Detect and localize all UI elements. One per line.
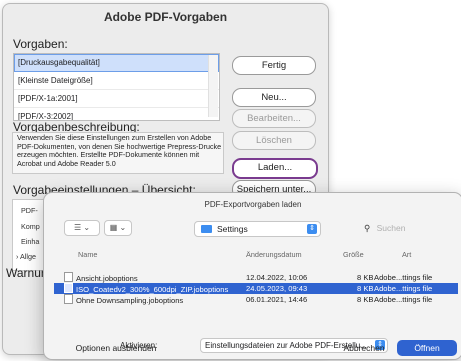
file-row[interactable]: Ansicht.joboptions 12.04.2022, 10:06 8 K… [54, 272, 458, 283]
document-icon [64, 283, 73, 293]
file-date: 06.01.2021, 14:46 [246, 295, 308, 304]
presets-scrollbar[interactable] [208, 55, 218, 117]
warnings-label: Warnun [6, 266, 48, 280]
file-date: 12.04.2022, 10:06 [246, 273, 308, 282]
file-row[interactable]: Ohne Downsampling.joboptions 06.01.2021,… [54, 294, 458, 305]
updown-chevron-icon: ⇕ [307, 224, 317, 234]
overview-item[interactable]: Einha [21, 237, 39, 246]
search-field[interactable]: ⚲ Suchen [364, 221, 456, 235]
column-date-header[interactable]: Änderungsdatum [246, 250, 302, 262]
file-date: 24.05.2023, 09:43 [246, 284, 308, 293]
open-button[interactable]: Öffnen [397, 340, 457, 356]
cancel-button[interactable]: Abbrechen [336, 340, 392, 356]
window-title: Adobe PDF-Vorgaben [103, 10, 228, 24]
folder-popup[interactable]: Settings ⇕ [194, 221, 321, 237]
file-name: Ansicht.joboptions [76, 274, 138, 283]
file-name-cell: Ohne Downsampling.joboptions [64, 294, 244, 306]
group-button[interactable]: ▦ ⌄ [104, 220, 132, 236]
file-row-selected[interactable]: ISO_Coatedv2_300%_600dpi_ZIP.joboptions … [54, 283, 458, 294]
column-kind-header[interactable]: Art [402, 250, 411, 262]
description-text: Verwenden Sie diese Einstellungen zum Er… [17, 133, 222, 168]
file-size: 8 KB [357, 295, 374, 304]
dialog-title: PDF-Exportvorgaben laden [204, 200, 302, 209]
delete-button[interactable]: Löschen [232, 131, 316, 150]
overview-item-label: Allge [20, 252, 36, 261]
list-view-icon: ☰ ⌄ [73, 223, 91, 232]
document-icon [64, 272, 73, 282]
grid-view-icon: ▦ ⌄ [109, 223, 127, 232]
file-size: 8 KB [357, 273, 374, 282]
done-button[interactable]: Fertig [232, 56, 316, 75]
preset-item[interactable]: [Kleinste Dateigröße] [14, 72, 219, 90]
overview-item[interactable]: PDF- [21, 206, 38, 215]
overview-item-expandable[interactable]: › Allge [16, 252, 36, 261]
load-button[interactable]: Laden... [232, 158, 318, 179]
folder-icon [201, 225, 212, 233]
view-mode-button[interactable]: ☰ ⌄ [64, 220, 100, 236]
file-size: 8 KB [357, 284, 374, 293]
column-size-header[interactable]: Größe [343, 250, 364, 262]
hide-options-button[interactable]: Optionen ausblenden [60, 340, 172, 356]
presets-list[interactable]: [Druckausgabequalität] [Kleinste Dateigr… [13, 53, 220, 121]
column-name-header[interactable]: Name [78, 250, 97, 262]
file-name: ISO_Coatedv2_300%_600dpi_ZIP.joboptions [76, 285, 229, 294]
file-kind: Adobe...ttings file [374, 284, 433, 293]
overview-item[interactable]: Komp [21, 222, 40, 231]
chevron-right-icon: › [16, 252, 19, 261]
preset-item[interactable]: [Druckausgabequalität] [14, 54, 219, 72]
document-icon [64, 294, 73, 304]
search-placeholder: Suchen [376, 223, 406, 233]
load-presets-dialog: PDF-Exportvorgaben laden ☰ ⌄ ▦ ⌄ Setting… [43, 192, 461, 360]
file-kind: Adobe...ttings file [374, 295, 433, 304]
preset-item[interactable]: [PDF/X-1a:2001] [14, 90, 219, 108]
presets-label: Vorgaben: [13, 37, 68, 51]
folder-name: Settings [217, 224, 248, 234]
new-button[interactable]: Neu... [232, 88, 316, 107]
edit-button[interactable]: Bearbeiten... [232, 109, 316, 128]
file-kind: Adobe...ttings file [374, 273, 433, 282]
file-name: Ohne Downsampling.joboptions [76, 296, 184, 305]
search-icon: ⚲ [364, 223, 371, 233]
